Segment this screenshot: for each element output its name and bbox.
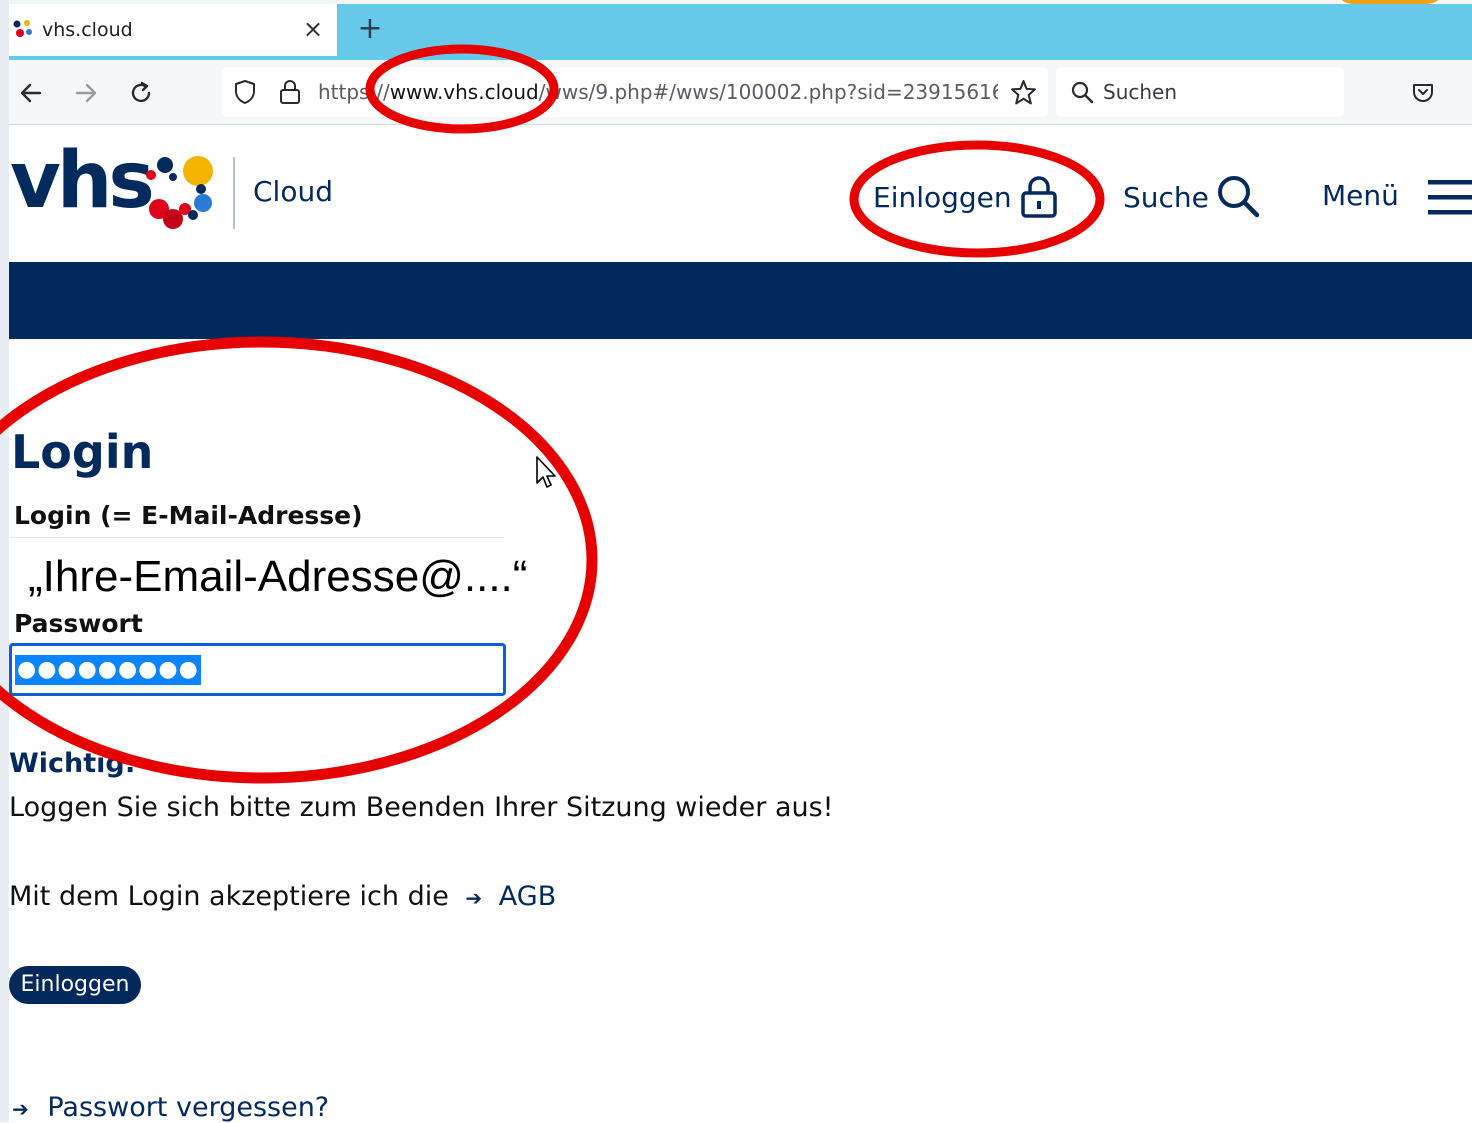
- search-icon[interactable]: [1215, 173, 1261, 219]
- new-tab-button[interactable]: +: [355, 14, 385, 44]
- tab-title: vhs.cloud: [42, 19, 133, 41]
- login-submit-button[interactable]: Einloggen: [9, 966, 141, 1004]
- bookmark-star-icon[interactable]: [1010, 79, 1037, 106]
- shield-icon[interactable]: [232, 79, 258, 105]
- forward-button[interactable]: [69, 76, 103, 110]
- url-domain: www.vhs.cloud: [389, 80, 539, 104]
- slide-margin: [0, 0, 9, 1122]
- back-button[interactable]: [14, 76, 48, 110]
- page-title: Login: [11, 425, 154, 479]
- back-arrow-icon: [20, 83, 42, 103]
- terms-line: Mit dem Login akzeptiere ich die ➔ AGB: [9, 881, 556, 912]
- url-path: /wws/9.php#/wws/100002.php?sid=239156165…: [538, 80, 1030, 104]
- vhs-favicon-icon: [13, 20, 32, 37]
- url-text: https://www.vhs.cloud/wws/9.php#/wws/100…: [318, 80, 1030, 104]
- address-bar[interactable]: https://www.vhs.cloud/wws/9.php#/wws/100…: [222, 67, 1048, 117]
- password-value: ●●●●●●●●●: [15, 655, 201, 685]
- search-placeholder: Suchen: [1103, 80, 1178, 104]
- header-search-link[interactable]: Suche: [1123, 181, 1209, 214]
- mouse-cursor-icon: [536, 456, 556, 488]
- logo-divider: [233, 157, 235, 229]
- email-value-overlay: „Ihre-Email-Adresse@....“: [28, 552, 528, 601]
- lock-icon[interactable]: [1019, 175, 1059, 219]
- forgot-password-line: ➔ Passwort vergessen?: [12, 1092, 329, 1123]
- link-arrow-icon: ➔: [465, 886, 483, 910]
- header-menu-link[interactable]: Menü: [1322, 179, 1399, 212]
- tab-close-icon[interactable]: ×: [299, 15, 327, 43]
- header-band: [9, 262, 1472, 339]
- reload-icon: [131, 81, 151, 103]
- email-label: Login (= E-Mail-Adresse): [14, 501, 363, 530]
- reload-button[interactable]: [124, 76, 158, 110]
- lock-icon[interactable]: [277, 78, 303, 106]
- logo-cloud-label: Cloud: [253, 175, 333, 208]
- url-prefix: https://: [318, 80, 390, 104]
- vhs-logo-text[interactable]: vhs: [10, 142, 155, 220]
- important-heading: Wichtig:: [9, 748, 136, 779]
- terms-text: Mit dem Login akzeptiere ich die: [9, 881, 449, 912]
- search-field[interactable]: Suchen: [1056, 67, 1344, 117]
- password-field[interactable]: ●●●●●●●●●: [9, 643, 506, 696]
- vhs-logo-dots-icon: [146, 156, 213, 229]
- site-header: vhs Cloud Einloggen Suche Menü: [9, 125, 1472, 262]
- password-label: Passwort: [14, 609, 143, 638]
- pocket-icon[interactable]: [1411, 81, 1435, 105]
- important-text: Loggen Sie sich bitte zum Beenden Ihrer …: [9, 792, 834, 823]
- browser-nav-bar: https://www.vhs.cloud/wws/9.php#/wws/100…: [9, 60, 1472, 125]
- agb-link[interactable]: AGB: [499, 881, 556, 912]
- search-icon: [1071, 81, 1094, 104]
- header-login-link[interactable]: Einloggen: [873, 181, 1012, 214]
- decorative-shape: [1335, 0, 1445, 4]
- forward-arrow-icon: [75, 83, 97, 103]
- hamburger-menu-icon[interactable]: [1428, 178, 1472, 218]
- forgot-password-link[interactable]: Passwort vergessen?: [47, 1092, 329, 1123]
- browser-tab[interactable]: vhs.cloud ×: [9, 4, 337, 56]
- link-arrow-icon: ➔: [12, 1097, 29, 1121]
